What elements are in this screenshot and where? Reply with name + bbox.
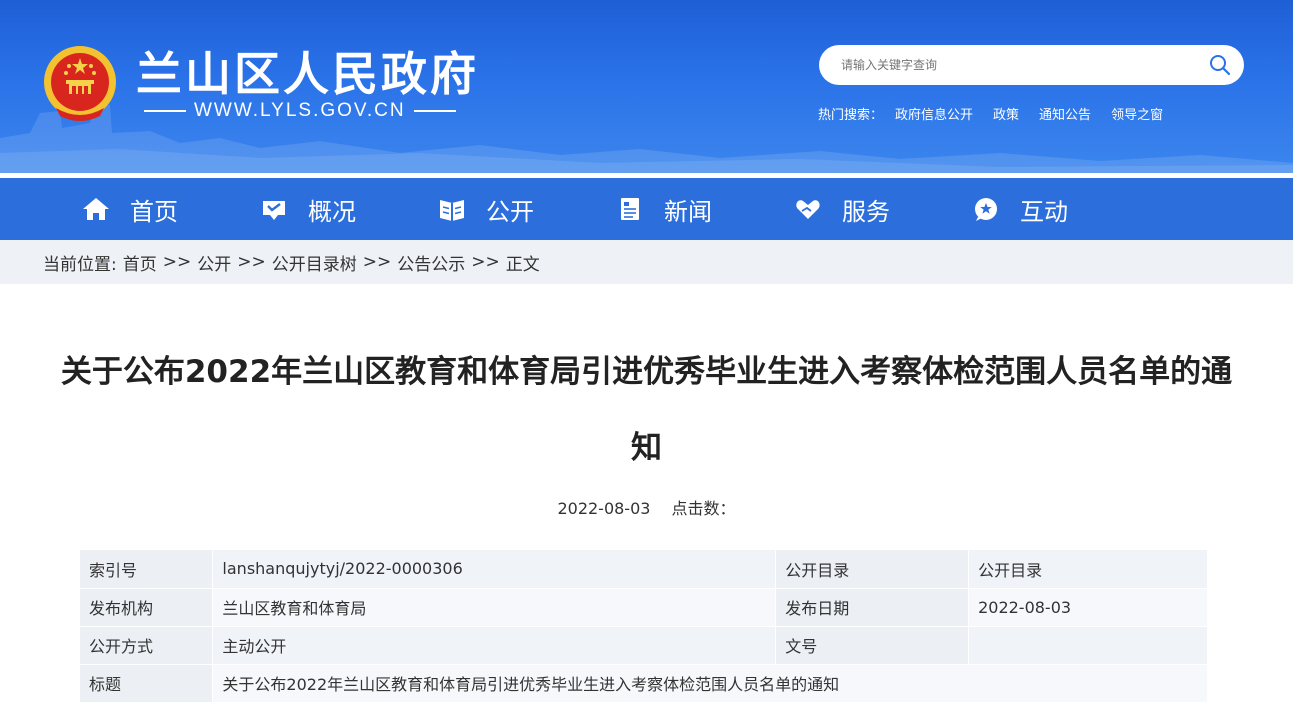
site-name: 兰山区人民政府 (136, 47, 479, 101)
nav-item-service[interactable]: 服务 (794, 178, 972, 240)
hot-search-link[interactable]: 领导之窗 (1111, 104, 1163, 123)
hot-search: 热门搜索： 政府信息公开 政策 通知公告 领导之窗 (818, 104, 1183, 123)
national-emblem-icon (44, 46, 116, 121)
method-value: 主动公开 (212, 626, 777, 665)
url-dash-right (413, 110, 456, 112)
docno-value (968, 626, 1208, 665)
nav-label: 服务 (842, 197, 890, 226)
catalog-label: 公开目录 (775, 550, 970, 589)
hot-search-link[interactable]: 通知公告 (1039, 104, 1091, 123)
home-icon (82, 195, 110, 223)
hot-search-link[interactable]: 政策 (993, 104, 1019, 123)
article-title: 关于公布2022年兰山区教育和体育局引进优秀毕业生进入考察体检范围人员名单的通知 (60, 354, 1233, 466)
heart-hand-icon (794, 195, 822, 223)
table-row: 发布机构 兰山区教育和体育局 发布日期 2022-08-03 (80, 588, 1208, 627)
search-box (819, 45, 1244, 85)
breadcrumb-separator: >> (237, 252, 266, 272)
publish-date: 2022-08-03 (557, 499, 651, 518)
breadcrumb-prefix: 当前位置: (43, 254, 117, 275)
hot-search-link[interactable]: 政府信息公开 (895, 104, 973, 123)
overview-icon (260, 195, 288, 223)
click-count-label: 点击数： (671, 499, 736, 518)
title-value: 关于公布2022年兰山区教育和体育局引进优秀毕业生进入考察体检范围人员名单的通知 (212, 664, 1208, 703)
table-row: 公开方式 主动公开 文号 (80, 626, 1208, 665)
breadcrumb-separator: >> (162, 252, 192, 272)
table-row: 标题 关于公布2022年兰山区教育和体育局引进优秀毕业生进入考察体检范围人员名单… (80, 664, 1208, 703)
news-icon (616, 195, 644, 223)
site-url: WWW.LYLS.GOV.CN (136, 100, 464, 122)
breadcrumb-separator: >> (362, 252, 392, 272)
site-url-text: WWW.LYLS.GOV.CN (194, 100, 406, 121)
pubdate-value: 2022-08-03 (968, 588, 1208, 627)
breadcrumb-item[interactable]: 首页 (123, 250, 157, 275)
table-row: 索引号 lanshanqujytyj/2022-0000306 公开目录 公开目… (80, 550, 1208, 589)
url-dash-left (144, 110, 186, 112)
info-table: 索引号 lanshanqujytyj/2022-0000306 公开目录 公开目… (80, 550, 1208, 703)
docno-label: 文号 (775, 626, 970, 665)
index-value: lanshanqujytyj/2022-0000306 (212, 550, 777, 589)
site-header: 兰山区人民政府 WWW.LYLS.GOV.CN 热门搜索： 政府信息公开 政策 … (0, 0, 1293, 173)
nav-label: 互动 (1020, 197, 1068, 226)
nav-item-interaction[interactable]: 互动 (972, 178, 1150, 240)
nav-item-overview[interactable]: 概况 (260, 178, 438, 240)
main-nav: 首页 概况 公开 新闻 服务 互动 (0, 178, 1293, 240)
catalog-value: 公开目录 (968, 550, 1208, 589)
breadcrumb-current: 正文 (505, 254, 540, 275)
book-icon (438, 195, 466, 223)
org-value: 兰山区教育和体育局 (212, 588, 777, 627)
title-label: 标题 (80, 664, 214, 703)
method-label: 公开方式 (80, 626, 214, 665)
nav-label: 新闻 (664, 197, 712, 226)
hot-search-label: 热门搜索： (818, 108, 884, 123)
nav-item-news[interactable]: 新闻 (616, 178, 794, 240)
search-input[interactable] (841, 54, 1201, 76)
breadcrumb-item[interactable]: 公开目录树 (272, 250, 357, 275)
nav-item-public[interactable]: 公开 (438, 178, 616, 240)
nav-label: 公开 (486, 197, 534, 226)
chat-star-icon (972, 195, 1000, 223)
nav-item-home[interactable]: 首页 (82, 178, 260, 240)
index-label: 索引号 (80, 550, 214, 589)
breadcrumb-separator: >> (471, 252, 500, 272)
nav-label: 首页 (130, 197, 178, 226)
article-meta: 2022-08-03 点击数： (0, 495, 1293, 519)
breadcrumb: 当前位置: 首页 >> 公开 >> 公开目录树 >> 公告公示 >> 正文 (0, 240, 1293, 284)
nav-label: 概况 (308, 197, 356, 226)
breadcrumb-item[interactable]: 公告公示 (397, 250, 465, 275)
pubdate-label: 发布日期 (775, 588, 970, 627)
org-label: 发布机构 (80, 588, 214, 627)
search-icon[interactable] (1208, 53, 1232, 77)
breadcrumb-item[interactable]: 公开 (197, 250, 231, 275)
